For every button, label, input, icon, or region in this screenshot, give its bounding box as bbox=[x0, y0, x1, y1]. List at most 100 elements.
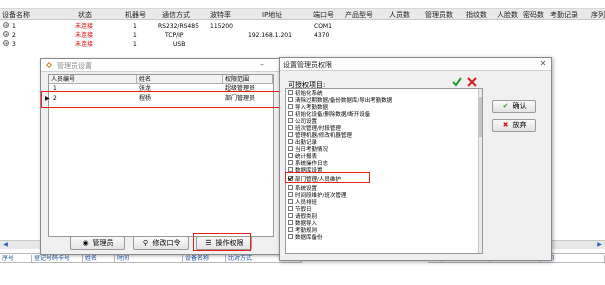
permission-list-scrollbar[interactable] bbox=[478, 89, 482, 253]
checkbox[interactable] bbox=[288, 118, 293, 123]
checkbox[interactable] bbox=[288, 139, 293, 144]
permission-label: 导入考勤数据 bbox=[295, 105, 329, 111]
col-record-card[interactable]: 登记号码卡号 bbox=[32, 255, 83, 263]
permission-item[interactable]: 当日考勤情况 bbox=[288, 146, 329, 153]
device-baud: 115200 bbox=[210, 23, 233, 30]
checkbox[interactable] bbox=[288, 220, 293, 225]
confirm-button[interactable]: ✔ 确认 bbox=[492, 100, 536, 113]
col-record-time[interactable]: 时间 bbox=[115, 255, 183, 263]
admin-settings-dialog: 管理员设置 – 人员编号 姓名 权限范围 1 张龙 超级管理员 ▶ 2 程杨 部… bbox=[40, 58, 280, 255]
device-name: 2 bbox=[12, 32, 16, 39]
col-record-no[interactable]: 序号 bbox=[0, 255, 32, 263]
cancel-label: 放弃 bbox=[512, 121, 527, 129]
permission-item[interactable]: 班次管理/时段管理 bbox=[288, 125, 341, 132]
admin-dialog-titlebar[interactable]: 管理员设置 – bbox=[41, 59, 279, 72]
admin-button-label: 管理员 bbox=[92, 239, 114, 247]
col-attendance[interactable]: 考勤记录 bbox=[550, 10, 578, 20]
permission-label: 管理机器/修改机器管理 bbox=[295, 133, 352, 139]
app-icon bbox=[45, 61, 53, 69]
device-machine: 1 bbox=[133, 32, 137, 39]
checkbox[interactable] bbox=[288, 227, 293, 232]
checkbox[interactable] bbox=[288, 185, 293, 190]
device-status: 未连接 bbox=[75, 23, 94, 30]
permission-dialog-title: 设置管理员权限 bbox=[283, 61, 332, 69]
checkbox[interactable] bbox=[288, 153, 293, 158]
col-fingerprints[interactable]: 指纹数 bbox=[466, 10, 487, 20]
cancel-button[interactable]: ✖ 放弃 bbox=[492, 119, 536, 132]
permission-label: 公司设置 bbox=[295, 119, 318, 125]
checkbox[interactable] bbox=[288, 206, 293, 211]
permission-item[interactable]: 时间段维护/班次管理 bbox=[288, 192, 346, 199]
checkbox[interactable] bbox=[288, 146, 293, 151]
col-machine[interactable]: 机器号 bbox=[125, 10, 146, 20]
permission-label: 当日考勤情况 bbox=[295, 147, 329, 153]
device-row[interactable]: 3 未连接 1 USB bbox=[0, 40, 605, 49]
red-x-icon[interactable] bbox=[467, 77, 477, 87]
confirm-label: 确认 bbox=[512, 102, 527, 110]
highlight-checked-permission bbox=[285, 172, 370, 183]
checkbox[interactable] bbox=[288, 97, 293, 102]
col-ip[interactable]: IP地址 bbox=[262, 10, 282, 20]
col-device-name[interactable]: 设备名称 bbox=[2, 10, 30, 20]
permission-label: 请假类别 bbox=[295, 214, 318, 220]
col-serial[interactable]: 序列 bbox=[591, 10, 605, 20]
permission-item[interactable]: 初始化设备/删除数据/断开设备 bbox=[288, 111, 370, 118]
device-name: 1 bbox=[12, 23, 16, 30]
permission-label: 数据库备份 bbox=[295, 235, 323, 241]
permission-item[interactable]: 管理机器/修改机器管理 bbox=[288, 132, 352, 139]
check-icon: ✔ bbox=[502, 102, 509, 110]
col-admins[interactable]: 管理员数 bbox=[425, 10, 453, 20]
admin-dialog-title: 管理员设置 bbox=[57, 62, 92, 70]
change-password-button[interactable]: ⚲ 修改口令 bbox=[133, 236, 189, 250]
permission-list[interactable]: 初始化系统 清除过期数据/备份数据库/导出考勤数据 导入考勤数据 初始化设备/删… bbox=[285, 88, 483, 254]
device-row[interactable]: 1 未连接 1 RS232/RS485 115200 COM1 bbox=[0, 22, 605, 31]
checkbox[interactable] bbox=[288, 234, 293, 239]
scroll-right-arrow-icon[interactable]: ▶ bbox=[595, 241, 604, 249]
device-machine: 1 bbox=[133, 41, 137, 48]
col-port[interactable]: 端口号 bbox=[313, 10, 334, 20]
admin-button[interactable]: ◉ 管理员 bbox=[70, 236, 125, 250]
highlight-permission-button bbox=[193, 233, 251, 251]
device-comm: USB bbox=[173, 41, 186, 48]
col-scope[interactable]: 权限范围 bbox=[223, 75, 273, 84]
col-record-device[interactable]: 设备名称 bbox=[183, 255, 226, 263]
checkbox[interactable] bbox=[288, 160, 293, 165]
permission-item[interactable]: 导入考勤数据 bbox=[288, 104, 329, 111]
col-passwords[interactable]: 密码数 bbox=[523, 10, 544, 20]
checkbox[interactable] bbox=[288, 192, 293, 197]
col-name[interactable]: 姓名 bbox=[137, 75, 223, 84]
checkbox[interactable] bbox=[288, 213, 293, 218]
permission-item[interactable]: 系统操作日志 bbox=[288, 160, 328, 167]
col-record-name[interactable]: 姓名 bbox=[83, 255, 115, 263]
device-icon bbox=[3, 40, 9, 46]
device-ip: 192.168.1.201 bbox=[248, 32, 292, 39]
scroll-left-arrow-icon[interactable]: ◀ bbox=[1, 241, 10, 249]
col-person-id[interactable]: 人员编号 bbox=[49, 75, 137, 84]
permission-item[interactable]: 清除过期数据/备份数据库/导出考勤数据 bbox=[288, 97, 392, 104]
permission-dialog-titlebar[interactable]: 设置管理员权限 ✕ bbox=[280, 58, 551, 71]
checkbox[interactable] bbox=[288, 104, 293, 109]
scrollbar-thumb[interactable] bbox=[479, 97, 482, 137]
permission-label: 初始化系统 bbox=[295, 91, 323, 97]
permission-item[interactable]: 初始化系统 bbox=[288, 90, 323, 97]
col-model[interactable]: 产品型号 bbox=[345, 10, 373, 20]
checkbox[interactable] bbox=[288, 125, 293, 130]
col-status[interactable]: 状态 bbox=[78, 10, 92, 20]
device-icon bbox=[3, 31, 9, 37]
col-faces[interactable]: 人脸数 bbox=[497, 10, 518, 20]
permission-item[interactable]: 数据库备份 bbox=[288, 234, 323, 241]
checkbox[interactable] bbox=[288, 132, 293, 137]
checkbox[interactable] bbox=[288, 199, 293, 204]
col-comm[interactable]: 通信方式 bbox=[162, 10, 190, 20]
close-icon[interactable]: ✕ bbox=[538, 59, 548, 68]
device-machine: 1 bbox=[133, 23, 137, 30]
minimize-icon[interactable]: – bbox=[257, 60, 267, 69]
checkbox[interactable] bbox=[288, 111, 293, 116]
col-baud[interactable]: 波特率 bbox=[210, 10, 231, 20]
green-check-icon[interactable] bbox=[452, 77, 462, 87]
device-status: 未连接 bbox=[75, 41, 94, 48]
col-users[interactable]: 人员数 bbox=[389, 10, 410, 20]
permission-label: 数据导入 bbox=[295, 221, 318, 227]
checkbox[interactable] bbox=[288, 90, 293, 95]
device-row[interactable]: 2 未连接 1 TCP/IP 192.168.1.201 4370 bbox=[0, 31, 605, 40]
